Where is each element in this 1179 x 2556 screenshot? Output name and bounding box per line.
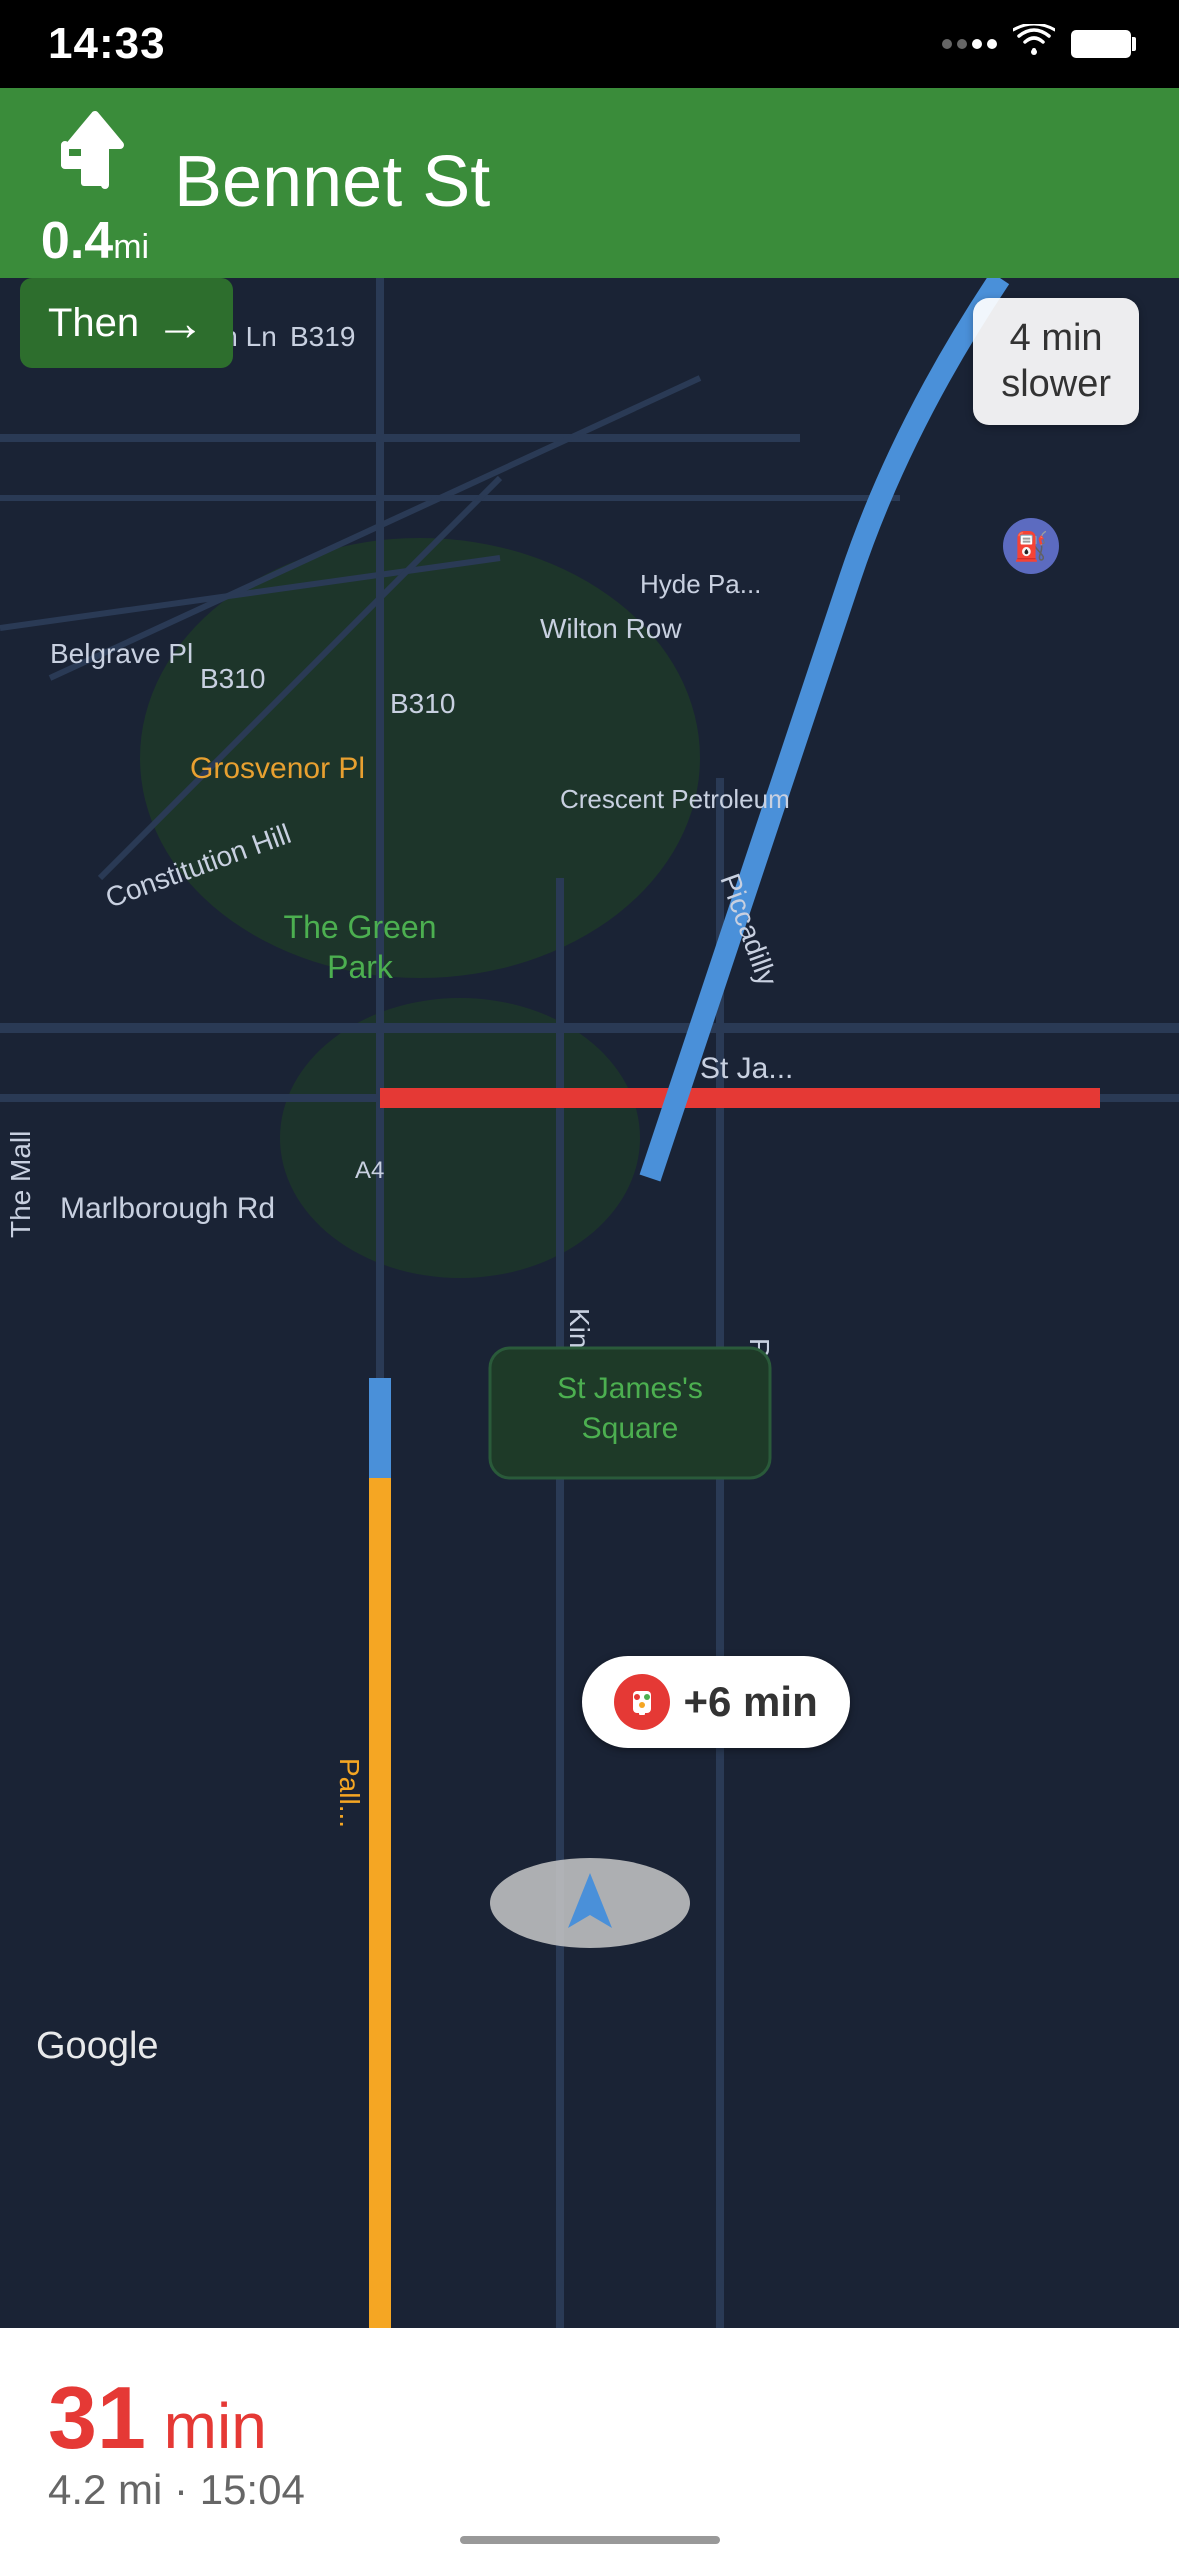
traffic-delay-text: +6 min xyxy=(684,1678,818,1726)
svg-text:Marlborough Rd: Marlborough Rd xyxy=(60,1192,275,1225)
then-instruction: Then → xyxy=(20,278,233,368)
then-label: Then xyxy=(48,301,139,346)
map-view[interactable]: Belgrave Pl B310 B310 B319 Logan Ln Wilt… xyxy=(0,278,1179,2328)
traffic-icon xyxy=(614,1674,670,1730)
status-time: 14:33 xyxy=(48,19,166,69)
wifi-icon xyxy=(1013,23,1055,65)
signal-icon xyxy=(942,39,997,49)
battery-icon xyxy=(1071,30,1131,58)
home-indicator xyxy=(460,2536,720,2544)
svg-text:B310: B310 xyxy=(200,663,265,694)
svg-text:Hyde Pa...: Hyde Pa... xyxy=(640,569,761,599)
svg-text:Park: Park xyxy=(327,949,394,985)
nav-header: 0.4mi Bennet St xyxy=(0,88,1179,278)
status-bar: 14:33 xyxy=(0,0,1179,88)
turn-direction: 0.4mi xyxy=(40,100,150,267)
bottom-bar: 31 min 4.2 mi · 15:04 xyxy=(0,2328,1179,2556)
status-icons xyxy=(942,23,1131,65)
location-marker xyxy=(490,1858,690,1948)
alt-route-badge[interactable]: 4 min slower xyxy=(973,298,1139,425)
traffic-delay-badge[interactable]: +6 min xyxy=(582,1656,850,1748)
svg-text:The Mall: The Mall xyxy=(5,1131,36,1238)
svg-text:Pall...: Pall... xyxy=(334,1758,365,1828)
svg-text:Belgrave Pl: Belgrave Pl xyxy=(50,638,193,669)
svg-text:Crescent Petroleum: Crescent Petroleum xyxy=(560,784,790,814)
location-oval xyxy=(490,1858,690,1948)
alt-route-line2: slower xyxy=(1001,362,1111,408)
then-turn-arrow: → xyxy=(155,294,205,352)
svg-text:B310: B310 xyxy=(390,688,455,719)
eta-minutes: 31 min xyxy=(48,2374,267,2462)
distance-display: 0.4mi xyxy=(41,215,149,267)
street-name: Bennet St xyxy=(174,143,1139,222)
svg-text:Grosvenor Pl: Grosvenor Pl xyxy=(190,752,365,785)
svg-text:Square: Square xyxy=(582,1412,679,1445)
turn-arrow-icon xyxy=(45,100,145,215)
svg-text:The Green: The Green xyxy=(284,909,437,945)
svg-text:St James's: St James's xyxy=(557,1372,703,1405)
svg-text:Wilton Row: Wilton Row xyxy=(540,613,682,644)
svg-text:A4: A4 xyxy=(355,1157,384,1184)
svg-text:St Ja...: St Ja... xyxy=(700,1052,793,1085)
gas-station-marker: ⛽ xyxy=(1003,518,1059,574)
svg-text:B319: B319 xyxy=(290,321,355,352)
google-watermark: Google xyxy=(36,2025,159,2068)
eta-details: 4.2 mi · 15:04 xyxy=(48,2466,1131,2514)
alt-route-line1: 4 min xyxy=(1001,316,1111,362)
